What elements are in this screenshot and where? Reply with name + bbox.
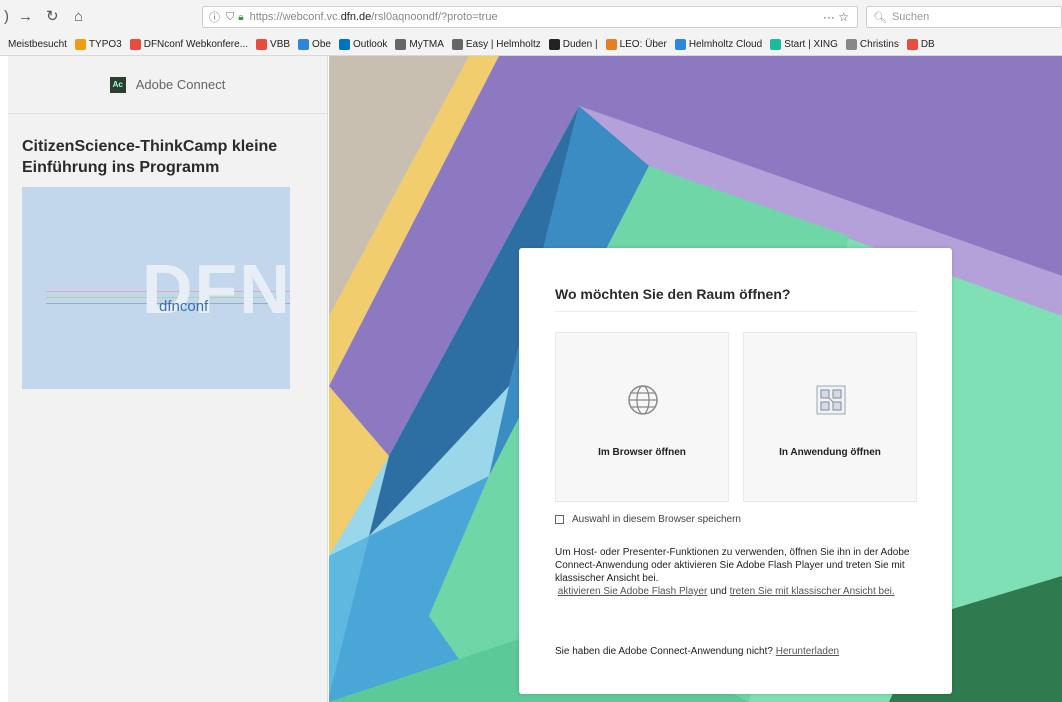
back-button[interactable]: ) xyxy=(4,8,9,26)
dialog-title: Wo möchten Sie den Raum öffnen? xyxy=(555,286,791,302)
bookmark-label: TYPO3 xyxy=(88,39,122,50)
home-button[interactable]: ⌂ xyxy=(74,8,83,26)
meeting-image: DFN dfnconf xyxy=(22,187,290,389)
url-text[interactable]: https://webconf.vc.dfn.de/rsl0aqnoondf/?… xyxy=(250,11,498,23)
bookmark-icon xyxy=(548,39,560,50)
bookmarks-bar: Meistbesucht TYPO3 DFNconf Webkonfere... VB… xyxy=(0,34,1062,56)
remember-choice[interactable]: Auswahl in diesem Browser speichern xyxy=(555,514,741,525)
bookmark-icon xyxy=(338,39,350,50)
browser-toolbar: ) → ↻ ⌂ ⓘ ⛉ 🔒︎ https://webconf.vc.dfn.de… xyxy=(0,0,1062,34)
open-in-browser-button[interactable]: Im Browser öffnen xyxy=(555,332,729,502)
open-in-app-button[interactable]: In Anwendung öffnen xyxy=(743,332,917,502)
page-actions[interactable]: ··· ☆ xyxy=(823,10,849,24)
url-bar[interactable]: ⓘ ⛉ 🔒︎ https://webconf.vc.dfn.de/rsl0aqn… xyxy=(202,6,858,28)
bookmark-item[interactable]: Helmholtz Cloud xyxy=(674,39,763,50)
bookmark-icon xyxy=(395,39,407,50)
bookmark-label: Start | XING xyxy=(784,39,838,50)
dialog-divider xyxy=(555,311,917,312)
bookmark-item[interactable]: Easy | Helmholtz xyxy=(451,39,541,50)
open-in-app-label: In Anwendung öffnen xyxy=(779,447,881,458)
open-in-browser-label: Im Browser öffnen xyxy=(598,447,686,458)
bookmark-label: DB xyxy=(920,39,935,50)
bookmark-item[interactable]: VBB xyxy=(256,39,290,50)
bookmark-icon xyxy=(906,39,918,50)
bookmark-icon xyxy=(674,39,686,50)
enable-flash-link[interactable]: aktivieren Sie Adobe Flash Player xyxy=(558,586,708,597)
dfn-logo-text: DFN xyxy=(142,250,290,328)
info-paragraph: Um Host- oder Presenter-Funktionen zu ve… xyxy=(555,547,910,584)
host-info-text: Um Host- oder Presenter-Funktionen zu ve… xyxy=(555,546,923,598)
bookmark-icon xyxy=(256,39,268,50)
app-name: Adobe Connect xyxy=(135,77,226,92)
bookmark-item[interactable]: DFNconf Webkonfere... xyxy=(129,39,249,50)
bookmark-item[interactable]: Christins xyxy=(845,39,899,50)
globe-icon xyxy=(628,385,658,415)
bookmark-label: Easy | Helmholtz xyxy=(465,39,541,50)
bookmark-item[interactable]: DB xyxy=(906,39,935,50)
bookmark-label: LEO: Über xyxy=(619,39,667,50)
search-input[interactable]: 🔍︎ Suchen xyxy=(866,6,1062,28)
bookmark-icon xyxy=(129,39,141,50)
bookmark-label: MyTMA xyxy=(409,39,444,50)
download-question: Sie haben die Adobe Connect-Anwendung ni… xyxy=(555,646,773,657)
remember-checkbox[interactable] xyxy=(555,515,564,524)
meeting-title: CitizenScience-ThinkCamp kleine Einführu… xyxy=(22,138,278,176)
bookmark-label: Outlook xyxy=(352,39,388,50)
bookmark-item[interactable]: TYPO3 xyxy=(74,39,122,50)
bookmark-icon xyxy=(605,39,617,50)
bookmark-item[interactable]: Duden | xyxy=(548,39,598,50)
bookmark-icon xyxy=(451,39,463,50)
dfnconf-logo-text: dfnconf xyxy=(159,298,209,315)
adobe-connect-logo: Ac xyxy=(109,76,126,93)
and-text: und xyxy=(710,586,727,597)
classic-view-link[interactable]: treten Sie mit klassischer Ansicht bei. xyxy=(730,586,895,597)
info-icon[interactable]: ⓘ xyxy=(209,9,220,25)
download-row: Sie haben die Adobe Connect-Anwendung ni… xyxy=(555,646,839,657)
bookmark-label: Duden | xyxy=(562,39,598,50)
bookmark-item[interactable]: Meistbesucht xyxy=(8,39,67,50)
bookmark-label: DFNconf Webkonfere... xyxy=(143,39,249,50)
bookmark-label: Meistbesucht xyxy=(8,39,67,50)
bookmark-label: Christins xyxy=(859,39,899,50)
remember-label: Auswahl in diesem Browser speichern xyxy=(572,514,741,525)
open-room-dialog: Wo möchten Sie den Raum öffnen? Im Brows… xyxy=(519,248,952,694)
reload-button[interactable]: ↻ xyxy=(46,8,59,26)
bookmark-item[interactable]: MyTMA xyxy=(395,39,444,50)
download-link[interactable]: Herunterladen xyxy=(776,646,839,657)
bookmark-item[interactable]: Outlook xyxy=(338,39,388,50)
search-icon: 🔍︎ xyxy=(873,11,887,24)
bookmark-label: VBB xyxy=(270,39,291,50)
bookmark-label: Obe xyxy=(312,39,331,50)
bookmark-icon xyxy=(770,39,782,50)
app-header: Ac Adobe Connect xyxy=(8,56,327,114)
search-placeholder: Suchen xyxy=(891,11,930,23)
lock-icon[interactable]: 🔒︎ xyxy=(238,12,243,23)
forward-button[interactable]: → xyxy=(18,8,33,26)
shield-icon[interactable]: ⛉ xyxy=(226,11,234,24)
bookmark-item[interactable]: Obe xyxy=(298,39,331,50)
bookmark-icon xyxy=(298,39,310,50)
meeting-info-panel: Ac Adobe Connect CitizenScience-ThinkCam… xyxy=(8,56,328,702)
bookmark-icon xyxy=(845,39,857,50)
bookmark-label: Helmholtz Cloud xyxy=(688,39,763,50)
bookmark-icon xyxy=(74,39,86,50)
bookmark-item[interactable]: Start | XING xyxy=(770,39,838,50)
bookmark-item[interactable]: LEO: Über xyxy=(605,39,667,50)
app-icon xyxy=(816,385,846,415)
